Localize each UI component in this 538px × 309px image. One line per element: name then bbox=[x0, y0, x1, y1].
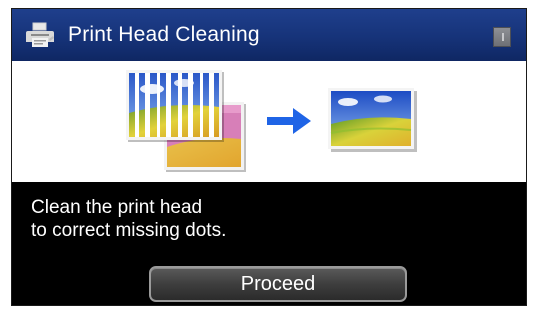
clean-print-icon bbox=[328, 88, 417, 152]
button-bar: Proceed bbox=[12, 264, 526, 305]
lcd-screen: Print Head Cleaning Clean the print head… bbox=[12, 9, 526, 305]
message-line-2: to correct missing dots. bbox=[31, 220, 227, 241]
title-bar: Print Head Cleaning bbox=[12, 9, 526, 61]
arrow-right-icon bbox=[267, 108, 311, 134]
message-line-1: Clean the print head bbox=[31, 197, 203, 218]
page-title: Print Head Cleaning bbox=[68, 23, 260, 46]
instruction-message: Clean the print head to correct missing … bbox=[12, 182, 526, 264]
printer-icon bbox=[26, 22, 54, 47]
proceed-button[interactable]: Proceed bbox=[149, 266, 407, 302]
battery-icon bbox=[493, 27, 511, 47]
illustration-panel bbox=[12, 61, 526, 182]
striped-print-icon bbox=[126, 70, 246, 172]
